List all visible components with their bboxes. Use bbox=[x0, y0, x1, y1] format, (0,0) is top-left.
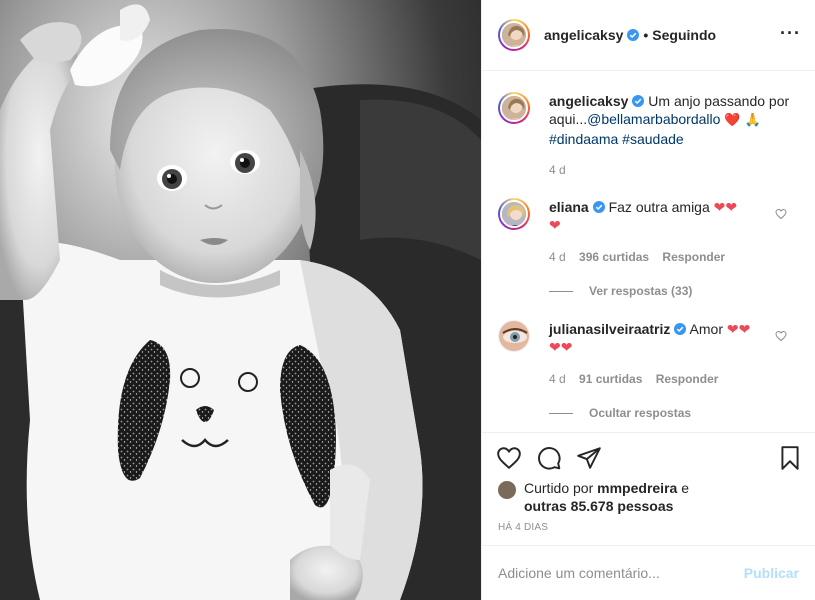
commenter-avatar[interactable] bbox=[498, 198, 530, 230]
comment-input[interactable]: Adicione um comentário... bbox=[498, 565, 660, 581]
heart-emoji-icon: ❤ bbox=[726, 321, 739, 337]
add-comment-bar: Adicione um comentário... Publicar bbox=[482, 545, 815, 600]
post-actions-bar bbox=[482, 432, 815, 480]
liked-by: Curtido por mmpedreira e outras 85.678 p… bbox=[498, 479, 799, 519]
verified-badge-icon bbox=[632, 95, 645, 107]
reply-button[interactable]: Responder bbox=[656, 372, 719, 386]
comment-item: eliana Faz outra amiga ❤❤ ❤ 4 d 396 curt… bbox=[498, 198, 799, 308]
verified-badge-icon bbox=[674, 323, 687, 335]
caption-text: angelicaksy Um anjo passando por aqui...… bbox=[549, 92, 799, 148]
caption-mention[interactable]: @bellamarbabordallo bbox=[587, 111, 720, 127]
comment-text: Faz outra amiga bbox=[608, 199, 710, 215]
comment-likes[interactable]: 91 curtidas bbox=[579, 372, 642, 386]
liked-by-and: e bbox=[681, 480, 689, 496]
caption-username[interactable]: angelicaksy bbox=[549, 93, 628, 109]
comment-age[interactable]: 4 d bbox=[549, 372, 566, 386]
instagram-post: angelicaksy • Seguindo ··· angelicaksy U… bbox=[0, 0, 815, 600]
more-options-icon[interactable]: ··· bbox=[780, 24, 801, 42]
caption-emojis: ❤️ 🙏 bbox=[724, 113, 761, 128]
like-comment-heart-icon[interactable] bbox=[775, 330, 787, 342]
caption-meta: 4 d bbox=[549, 163, 576, 177]
view-replies-link[interactable]: Ver respostas (33) bbox=[549, 284, 692, 298]
post-photo[interactable] bbox=[0, 0, 481, 600]
verified-badge-icon bbox=[592, 201, 605, 213]
comment-body: julianasilveiraatriz Amor ❤❤ ❤❤ bbox=[549, 320, 769, 356]
like-comment-heart-icon[interactable] bbox=[775, 208, 787, 220]
comment-username[interactable]: julianasilveiraatriz bbox=[549, 321, 670, 337]
post-timestamp[interactable]: HÁ 4 DIAS bbox=[498, 522, 548, 533]
heart-emoji-icon: ❤ bbox=[725, 199, 738, 215]
heart-emoji-icon: ❤ bbox=[549, 217, 561, 233]
liked-by-user[interactable]: mmpedreira bbox=[597, 480, 677, 496]
comment-age[interactable]: 4 d bbox=[549, 250, 566, 264]
liker-avatar[interactable] bbox=[498, 481, 516, 499]
liked-by-others[interactable]: outras 85.678 pessoas bbox=[524, 498, 673, 514]
reply-button[interactable]: Responder bbox=[662, 250, 725, 264]
heart-emoji-icon: ❤ bbox=[549, 339, 561, 355]
replies-divider bbox=[549, 291, 573, 293]
caption-author-avatar[interactable] bbox=[498, 92, 530, 124]
post-header: angelicaksy • Seguindo ··· bbox=[482, 0, 815, 71]
comment-meta: 4 d 396 curtidas Responder bbox=[549, 250, 735, 264]
post-side-panel: angelicaksy • Seguindo ··· angelicaksy U… bbox=[481, 0, 815, 600]
separator-dot: • bbox=[643, 27, 649, 43]
caption-comment: angelicaksy Um anjo passando por aqui...… bbox=[498, 92, 799, 177]
save-bookmark-icon[interactable] bbox=[777, 445, 803, 471]
comment-item: julianasilveiraatriz Amor ❤❤ ❤❤ 4 d 91 c… bbox=[498, 320, 799, 430]
author-username[interactable]: angelicaksy bbox=[544, 27, 623, 43]
verified-badge-icon bbox=[627, 29, 640, 41]
comment-meta: 4 d 91 curtidas Responder bbox=[549, 372, 728, 386]
commenter-avatar[interactable] bbox=[498, 320, 530, 352]
liked-by-prefix: Curtido por bbox=[524, 480, 594, 496]
baby-photo-image bbox=[0, 0, 481, 600]
author-avatar[interactable] bbox=[498, 19, 530, 51]
heart-emoji-icon: ❤ bbox=[713, 199, 726, 215]
hashtag-saudade[interactable]: #saudade bbox=[622, 131, 684, 147]
hide-replies-link[interactable]: Ocultar respostas bbox=[549, 406, 691, 420]
share-paper-plane-icon[interactable] bbox=[576, 445, 602, 471]
heart-emoji-icon: ❤ bbox=[560, 339, 573, 355]
caption-age[interactable]: 4 d bbox=[549, 163, 566, 177]
following-button[interactable]: Seguindo bbox=[652, 27, 716, 43]
comment-text: Amor bbox=[689, 321, 723, 337]
hashtag-dindaama[interactable]: #dindaama bbox=[549, 131, 618, 147]
replies-divider bbox=[549, 413, 573, 415]
hide-replies-label: Ocultar respostas bbox=[589, 406, 692, 420]
comment-likes[interactable]: 396 curtidas bbox=[579, 250, 649, 264]
like-heart-icon[interactable] bbox=[496, 445, 522, 471]
view-replies-label: Ver respostas (33) bbox=[589, 284, 693, 298]
heart-emoji-icon: ❤ bbox=[738, 321, 751, 337]
comments-list: angelicaksy Um anjo passando por aqui...… bbox=[482, 72, 815, 432]
comment-username[interactable]: eliana bbox=[549, 199, 589, 215]
comment-body: eliana Faz outra amiga ❤❤ ❤ bbox=[549, 198, 769, 234]
publish-button[interactable]: Publicar bbox=[744, 565, 799, 581]
liked-by-text: Curtido por mmpedreira e outras 85.678 p… bbox=[524, 479, 689, 515]
comment-bubble-icon[interactable] bbox=[536, 445, 562, 471]
